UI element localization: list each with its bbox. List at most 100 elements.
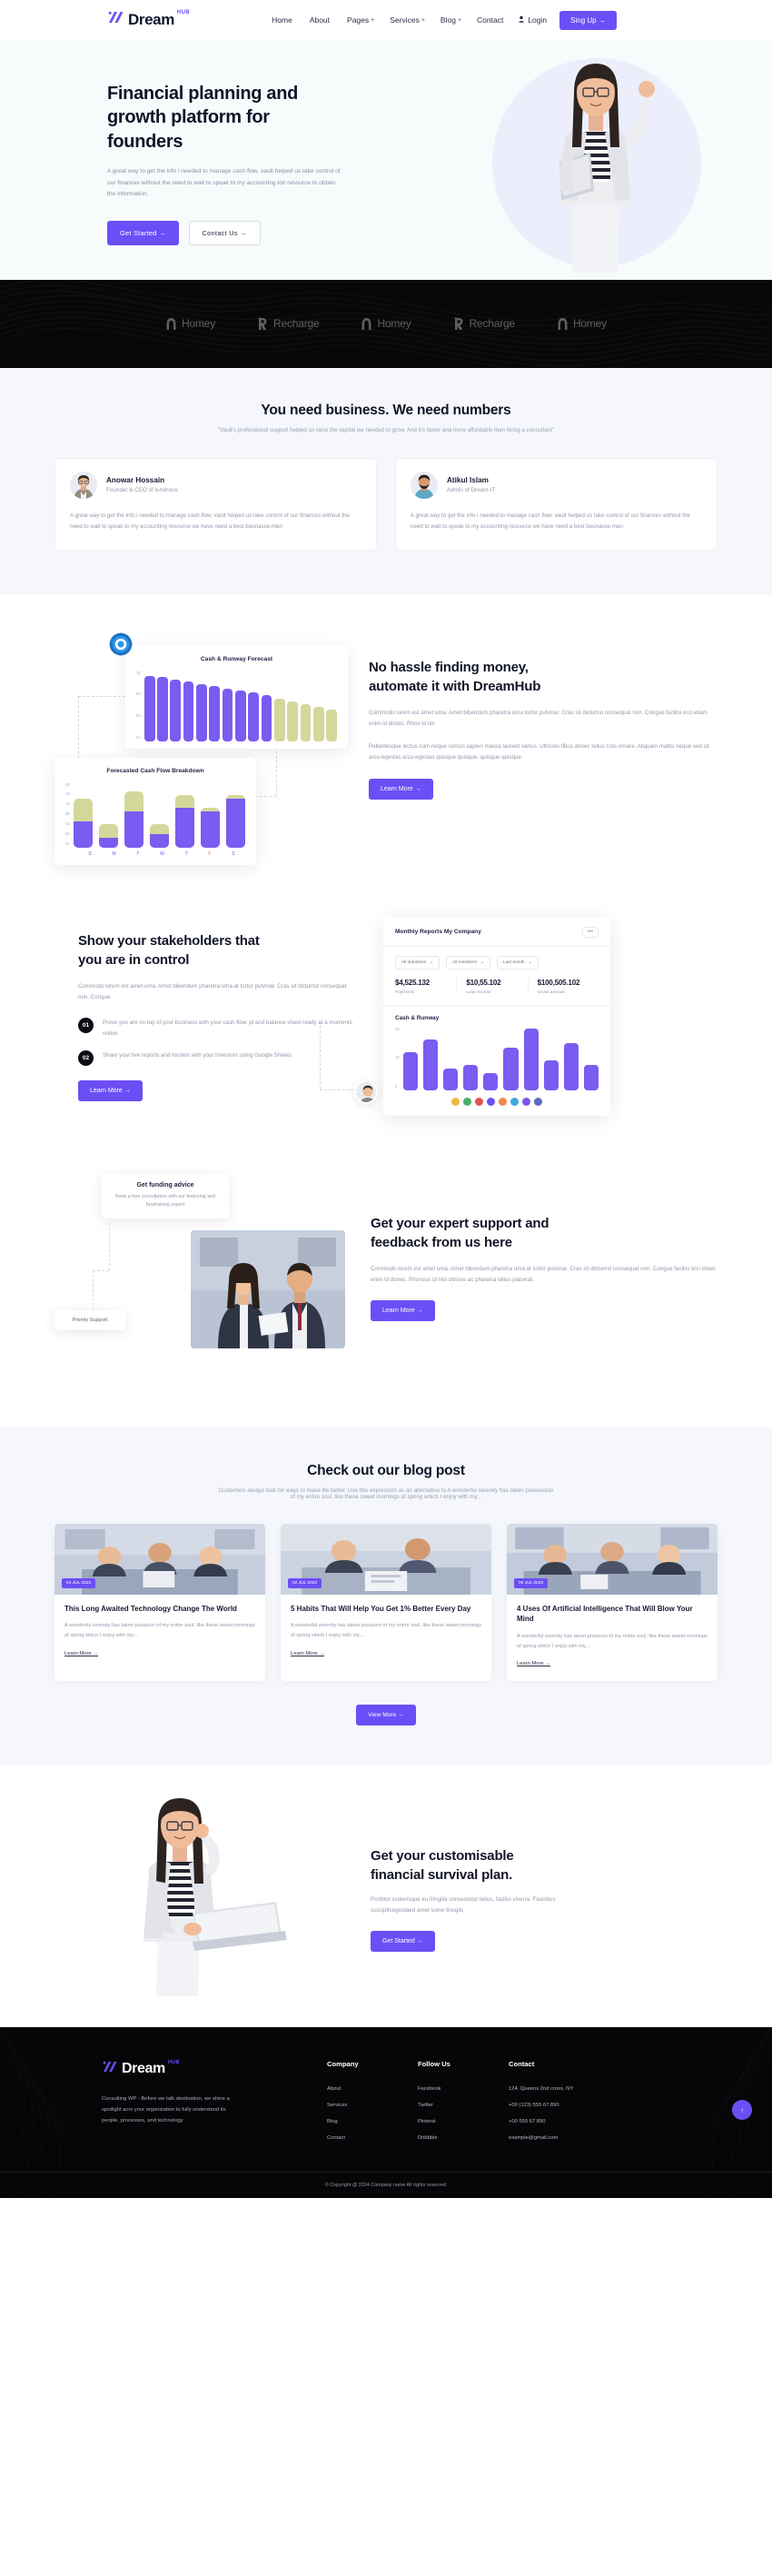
footer-link-contact[interactable]: Contact	[327, 2135, 418, 2141]
get-started-button[interactable]: Get Started →	[107, 220, 179, 245]
chart-bar	[563, 1043, 579, 1090]
brand-name: Recharge	[469, 317, 516, 331]
y-tick: 15	[65, 791, 70, 797]
footer-link-facebook[interactable]: Facebook	[418, 2086, 509, 2092]
chart-bar	[149, 824, 169, 848]
x-tick: T	[136, 850, 140, 857]
brand-name: Homey	[182, 317, 216, 331]
feature-expert-support-section: Get funding advice Book a free consultat…	[0, 1146, 772, 1427]
nav-label: Home	[272, 15, 292, 25]
home-arch-icon	[165, 317, 177, 331]
priority-support-card: Priority Support	[54, 1309, 125, 1330]
filter-members[interactable]: All members ⌄	[446, 955, 490, 970]
chart-bar	[273, 699, 285, 741]
nav-caret: +	[457, 16, 462, 24]
brand-name: Homey	[377, 317, 411, 331]
filter-label: All members	[452, 960, 477, 965]
y-tick: 01	[136, 734, 141, 740]
brand-name: Recharge	[273, 317, 320, 331]
y-tick: 20	[65, 781, 70, 787]
feature3-paragraph: Commodo lorem est amet uma. Amet bibendu…	[371, 1266, 716, 1284]
chevron-down-icon: ⌄	[528, 960, 532, 965]
bullet-text: Share your live reports and models with …	[103, 1051, 292, 1059]
footer-link-blog[interactable]: Blog	[327, 2119, 418, 2124]
recharge-r-icon	[453, 317, 465, 331]
feature1-title: No hassle finding money, automate it wit…	[369, 658, 718, 697]
funding-advice-subtitle: Book a free consultation with our financ…	[115, 1193, 215, 1208]
footer-logo[interactable]: Dream HUB	[102, 2060, 327, 2079]
connector-line-left-top	[78, 695, 125, 697]
connector-line-f3-a	[109, 1222, 110, 1270]
brand-item: Homey	[165, 317, 215, 331]
site-header: Dream HUB Home About Pages + Services + Bl…	[0, 0, 772, 40]
hero-title-line1: Financial planning and	[107, 84, 299, 104]
footer-link-twitter[interactable]: Twitter	[418, 2103, 509, 2108]
footer-link-services[interactable]: Services	[327, 2103, 418, 2108]
feature2-title: Show your stakeholders that you are in c…	[78, 931, 354, 970]
chart-bar	[442, 1069, 459, 1090]
login-link[interactable]: Login	[518, 15, 547, 25]
testimonial-card: Atikul Islam Admin of Dream-IT A great w…	[395, 457, 718, 551]
chevron-down-icon: ⌄	[430, 960, 434, 965]
cta-get-started-button[interactable]: Get Started →	[371, 1931, 435, 1953]
brand-item: Recharge	[257, 317, 320, 331]
gear-icon	[109, 632, 133, 656]
x-tick: S	[88, 850, 92, 857]
connector-line-dashboard	[320, 1025, 321, 1089]
cta-person-photo	[54, 1796, 354, 1997]
blog-card[interactable]: 02 JUL 2023 5 Habits That Will Help You …	[281, 1523, 491, 1682]
footer-link-dribbble[interactable]: Dribbble	[418, 2135, 509, 2141]
signup-button[interactable]: Sing Up →	[559, 10, 617, 30]
footer-link-pinterest[interactable]: Pinterst	[418, 2119, 509, 2124]
chart-bar	[583, 1064, 599, 1090]
feature-stakeholders-section: Show your stakeholders that you are in c…	[0, 892, 772, 1147]
cta-section: Get your customisable financial survival…	[0, 1765, 772, 2028]
y-tick: 03	[136, 712, 141, 718]
nav-item-contact[interactable]: Contact	[477, 15, 505, 25]
testimonial-name: Anowar Hossain	[106, 476, 165, 485]
three-dots-icon[interactable]: •••	[581, 926, 599, 938]
footer-column-follow: Follow Us Facebook Twitter Pinterst Drib…	[418, 2060, 509, 2141]
x-tick: T	[184, 850, 188, 857]
footer-description: Consulting WP - Before we talk destinati…	[102, 2096, 230, 2124]
view-more-button[interactable]: View More →	[356, 1705, 416, 1726]
feature-automate-section: Cash & Runway Forecast 10 05 03 01 Forec…	[0, 593, 772, 893]
blog-learn-more-link[interactable]: Learn More →	[291, 1651, 324, 1656]
blog-post-list: 04 JUL 2023 This Long Awaited Technology…	[54, 1523, 718, 1682]
feature3-learn-more-button[interactable]: Learn More →	[371, 1300, 435, 1322]
nav-item-services[interactable]: Services +	[390, 15, 425, 25]
feature1-title-line2: automate it with DreamHub	[369, 678, 541, 694]
main-nav: Home About Pages + Services + Blog + Contac…	[272, 15, 505, 25]
brand-list: Homey Recharge Homey Recharge Homey	[165, 317, 607, 331]
footer-column-heading: Contact	[509, 2060, 535, 2069]
blog-learn-more-link[interactable]: Learn More →	[64, 1651, 98, 1656]
testimonial-role: Founder & CEO of luminous	[106, 487, 178, 494]
logo[interactable]: Dream HUB	[107, 10, 190, 30]
feature3-text: Get your expert support and feedback fro…	[371, 1174, 718, 1383]
nav-item-pages[interactable]: Pages +	[347, 15, 374, 25]
filter-period[interactable]: Last month ⌄	[496, 955, 539, 970]
connector-line-f3-c	[93, 1269, 94, 1310]
feature1-learn-more-button[interactable]: Learn More →	[369, 778, 433, 800]
nav-label: About	[309, 15, 331, 25]
charts-column: Cash & Runway Forecast 10 05 03 01 Forec…	[54, 632, 354, 866]
feature2-learn-more-button[interactable]: Learn More →	[78, 1079, 143, 1101]
blog-card[interactable]: 06 JUL 2023 4 Uses Of Artificial Intelli…	[507, 1523, 718, 1682]
nav-item-home[interactable]: Home	[272, 15, 294, 25]
nav-item-about[interactable]: About	[310, 15, 332, 25]
y-tick: 01	[65, 840, 70, 846]
nav-label: Contact	[477, 15, 504, 25]
y-tick: 05	[136, 691, 141, 697]
user-icon	[518, 15, 525, 25]
chart-bar	[300, 704, 312, 741]
scroll-to-top-button[interactable]: ↑	[732, 2100, 752, 2121]
filter-industries[interactable]: All industries ⌄	[395, 955, 440, 970]
footer-copyright: © Copyright @ 2024 Company name All righ…	[0, 2172, 772, 2198]
filter-label: Last month	[502, 960, 525, 965]
nav-item-blog[interactable]: Blog +	[440, 15, 461, 25]
footer-link-about[interactable]: About	[327, 2086, 418, 2092]
blog-learn-more-link[interactable]: Learn More →	[517, 1661, 550, 1666]
legend-dot	[534, 1097, 542, 1106]
blog-card[interactable]: 04 JUL 2023 This Long Awaited Technology…	[54, 1523, 265, 1682]
contact-us-button[interactable]: Contact Us →	[188, 220, 261, 245]
